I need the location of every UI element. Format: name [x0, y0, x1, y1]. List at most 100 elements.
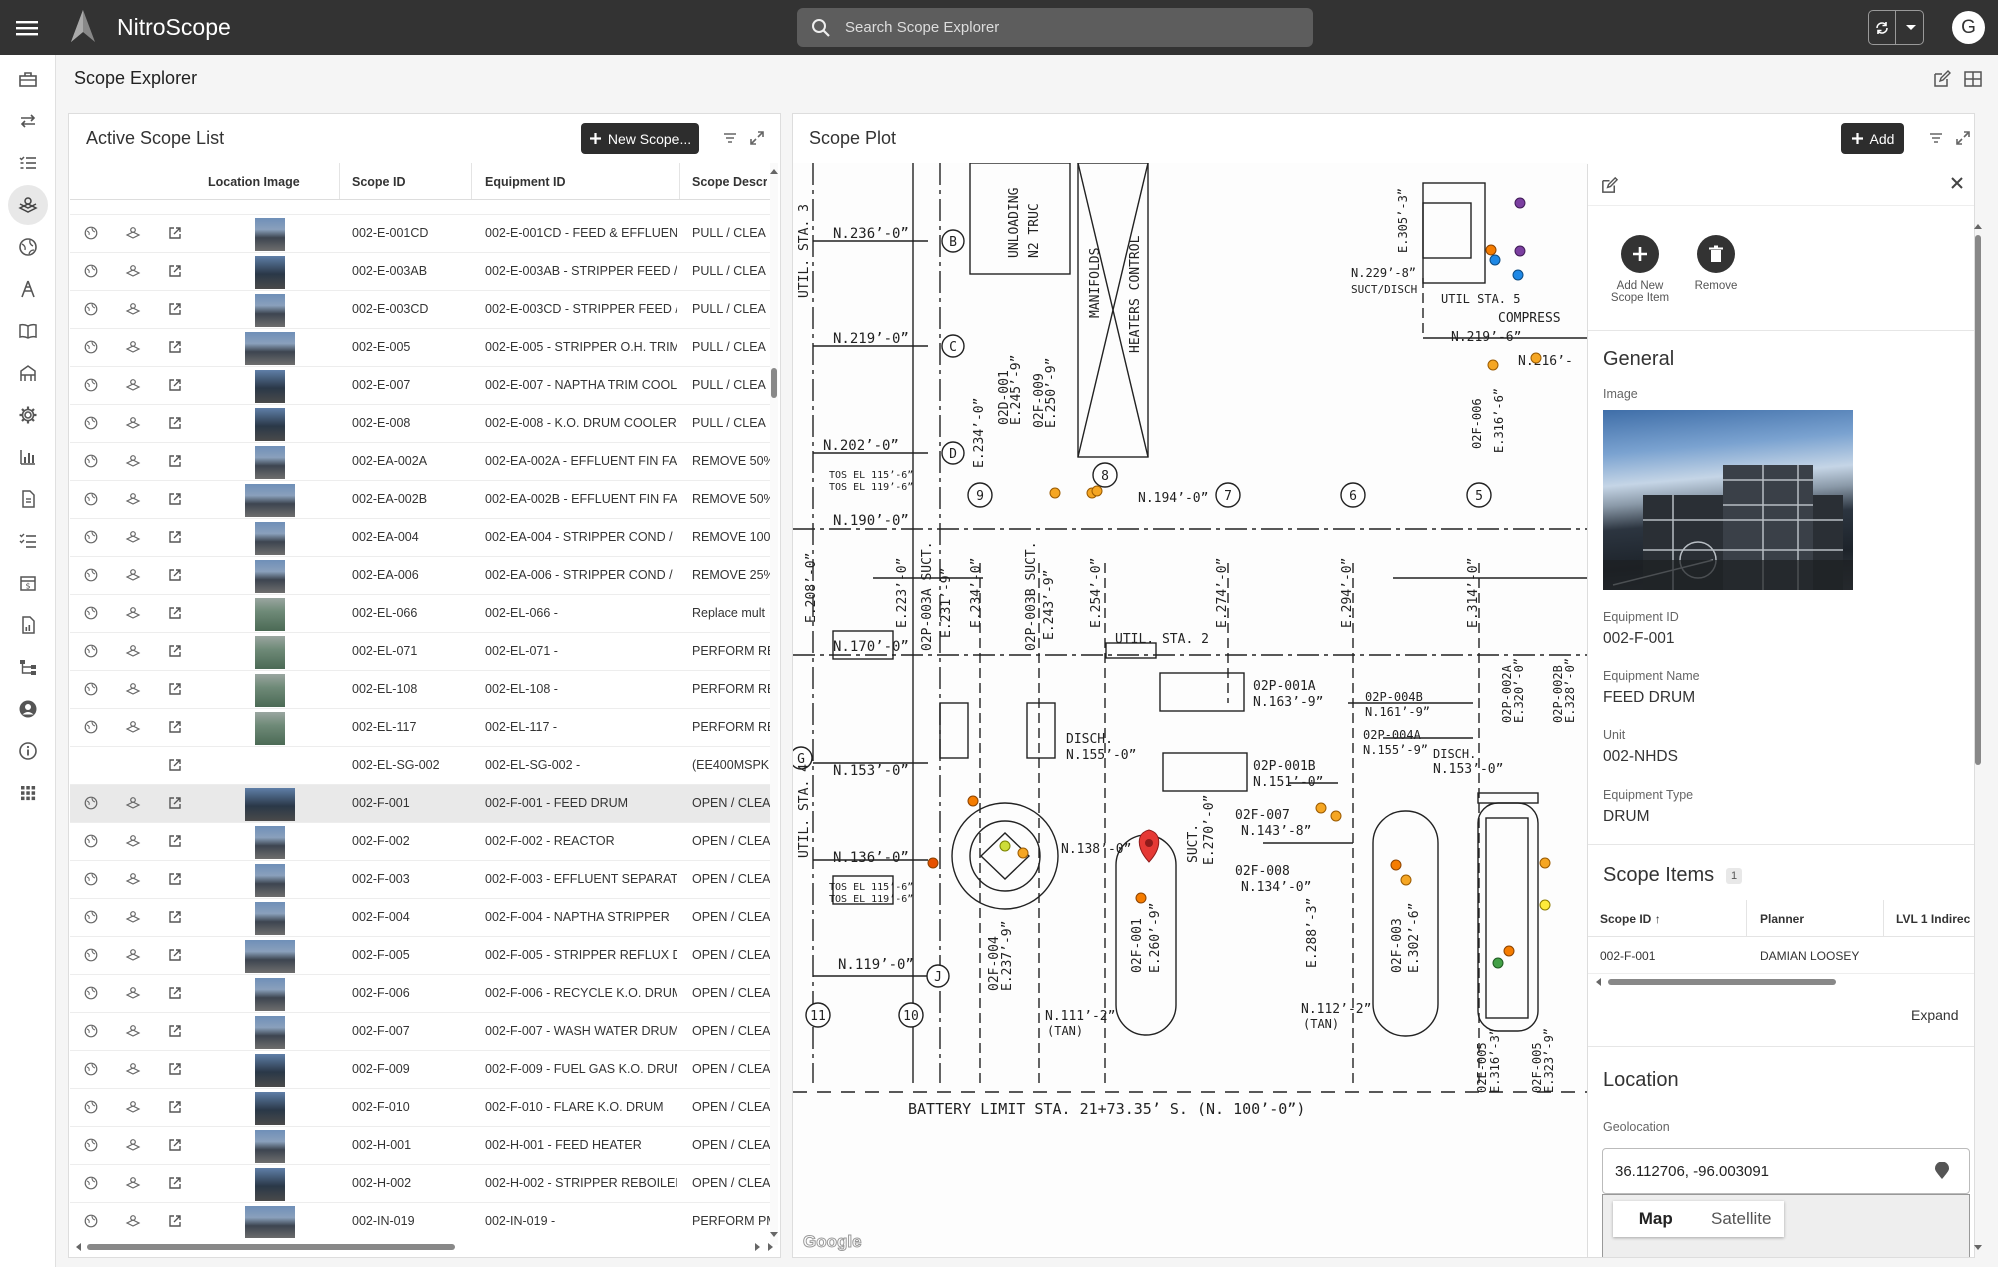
table-row[interactable]: 002-F-007 002-F-007 - WASH WATER DRUM OPEN… — [70, 1013, 772, 1051]
scope-explorer-icon[interactable] — [8, 185, 48, 225]
edit-icon[interactable] — [1600, 176, 1619, 195]
open-external-icon[interactable] — [168, 1138, 182, 1152]
location-image-thumbnail[interactable] — [255, 522, 285, 555]
location-image-thumbnail[interactable] — [255, 826, 285, 859]
marker-orange[interactable] — [1390, 859, 1402, 871]
locate-on-map-icon[interactable] — [84, 340, 98, 354]
show-in-plot-icon[interactable] — [125, 568, 141, 582]
plot-map-canvas[interactable]: B C D 9 8 7 6 5 G J 11 10 N.236’-0” N.21… — [793, 163, 1588, 1255]
marker-orange[interactable] — [1135, 892, 1147, 904]
add-scope-plot-button[interactable]: Add — [1841, 123, 1904, 154]
open-external-icon[interactable] — [168, 986, 182, 1000]
locate-on-map-icon[interactable] — [84, 1024, 98, 1038]
show-in-plot-icon[interactable] — [125, 530, 141, 544]
filter-icon[interactable] — [1928, 131, 1944, 145]
marker-yellow[interactable] — [1539, 899, 1551, 911]
locate-on-map-icon[interactable] — [84, 378, 98, 392]
open-external-icon[interactable] — [168, 872, 182, 886]
tower-icon[interactable] — [14, 275, 42, 303]
location-image-thumbnail[interactable] — [255, 294, 285, 327]
show-in-plot-icon[interactable] — [125, 834, 141, 848]
location-image-thumbnail[interactable] — [255, 256, 285, 289]
show-in-plot-icon[interactable] — [125, 492, 141, 506]
geolocation-field[interactable]: 36.112706, -96.003091 — [1602, 1148, 1970, 1194]
table-row[interactable] — [70, 201, 772, 215]
open-external-icon[interactable] — [168, 644, 182, 658]
table-row[interactable]: 002-H-002 002-H-002 - STRIPPER REBOILER OP… — [70, 1165, 772, 1203]
open-external-icon[interactable] — [168, 1024, 182, 1038]
show-in-plot-icon[interactable] — [125, 302, 141, 316]
details-vertical-scrollbar[interactable] — [1974, 210, 1982, 1256]
bar-chart-icon[interactable] — [14, 443, 42, 471]
remove-button[interactable] — [1697, 235, 1735, 273]
marker-purple[interactable] — [1514, 245, 1526, 257]
table-row[interactable]: 002-F-003 002-F-003 - EFFLUENT SEPARATO OP… — [70, 861, 772, 899]
open-external-icon[interactable] — [168, 720, 182, 734]
table-row[interactable]: 002-F-006 002-F-006 - RECYCLE K.O. DRUM OP… — [70, 975, 772, 1013]
show-in-plot-icon[interactable] — [125, 986, 141, 1000]
open-external-icon[interactable] — [168, 606, 182, 620]
open-external-icon[interactable] — [168, 682, 182, 696]
open-external-icon[interactable] — [168, 834, 182, 848]
marker-orange[interactable] — [1049, 487, 1061, 499]
locate-on-map-icon[interactable] — [84, 682, 98, 696]
tab-map[interactable]: Map — [1613, 1201, 1699, 1237]
open-external-icon[interactable] — [168, 530, 182, 544]
location-image-thumbnail[interactable] — [255, 864, 285, 897]
locate-on-map-icon[interactable] — [84, 872, 98, 886]
open-external-icon[interactable] — [168, 1176, 182, 1190]
user-avatar[interactable]: G — [1952, 11, 1985, 44]
checklist-icon[interactable] — [14, 149, 42, 177]
menu-icon[interactable] — [14, 15, 40, 41]
show-in-plot-icon[interactable] — [125, 416, 141, 430]
show-in-plot-icon[interactable] — [125, 226, 141, 240]
location-image-thumbnail[interactable] — [245, 1206, 295, 1238]
show-in-plot-icon[interactable] — [125, 1214, 141, 1228]
marker-orange[interactable] — [1530, 352, 1542, 364]
location-image-thumbnail[interactable] — [255, 1054, 285, 1087]
marker-orange[interactable] — [1400, 874, 1412, 886]
show-in-plot-icon[interactable] — [125, 1024, 141, 1038]
location-image-thumbnail[interactable] — [255, 408, 285, 441]
col-scope-id[interactable]: Scope ID ↑ — [1600, 912, 1661, 926]
report-icon[interactable] — [14, 611, 42, 639]
location-image-thumbnail[interactable] — [255, 636, 285, 669]
show-in-plot-icon[interactable] — [125, 910, 141, 924]
location-image-thumbnail[interactable] — [245, 788, 295, 821]
scope-list-horizontal-scrollbar[interactable] — [70, 1242, 776, 1252]
hierarchy-icon[interactable] — [14, 653, 42, 681]
table-row[interactable]: 002-EA-006 002-EA-006 - STRIPPER COND / N… — [70, 557, 772, 595]
open-external-icon[interactable] — [168, 226, 182, 240]
locate-on-map-icon[interactable] — [84, 264, 98, 278]
location-image-thumbnail[interactable] — [245, 332, 295, 365]
show-in-plot-icon[interactable] — [125, 378, 141, 392]
location-image-thumbnail[interactable] — [255, 598, 285, 631]
equipment-photo[interactable] — [1603, 410, 1853, 590]
edit-page-icon[interactable] — [1932, 69, 1952, 89]
search-input[interactable] — [845, 8, 1295, 47]
location-image-thumbnail[interactable] — [255, 712, 285, 745]
book-icon[interactable] — [14, 317, 42, 345]
marker-orange[interactable] — [1330, 810, 1342, 822]
open-external-icon[interactable] — [168, 910, 182, 924]
table-row[interactable]: 002-E-008 002-E-008 - K.O. DRUM COOLER PUL… — [70, 405, 772, 443]
marker-blue[interactable] — [1512, 269, 1524, 281]
show-in-plot-icon[interactable] — [125, 644, 141, 658]
table-row[interactable]: 002-F-005 002-F-005 - STRIPPER REFLUX DR O… — [70, 937, 772, 975]
show-in-plot-icon[interactable] — [125, 1062, 141, 1076]
marker-green[interactable] — [1492, 957, 1504, 969]
filter-icon[interactable] — [722, 131, 738, 145]
expand-button[interactable]: Expand — [1911, 1007, 1958, 1023]
location-image-thumbnail[interactable] — [255, 674, 285, 707]
location-image-thumbnail[interactable] — [255, 218, 285, 251]
locate-on-map-icon[interactable] — [84, 454, 98, 468]
show-in-plot-icon[interactable] — [125, 1176, 141, 1190]
show-in-plot-icon[interactable] — [125, 872, 141, 886]
table-row[interactable]: 002-F-004 002-F-004 - NAPTHA STRIPPER OPEN… — [70, 899, 772, 937]
open-external-icon[interactable] — [168, 948, 182, 962]
expand-icon[interactable] — [1955, 130, 1971, 146]
show-in-plot-icon[interactable] — [125, 264, 141, 278]
table-row[interactable]: 002-F-009 002-F-009 - FUEL GAS K.O. DRUM O… — [70, 1051, 772, 1089]
show-in-plot-icon[interactable] — [125, 1138, 141, 1152]
table-row[interactable]: 002-E-003CD 002-E-003CD - STRIPPER FEED /… — [70, 291, 772, 329]
